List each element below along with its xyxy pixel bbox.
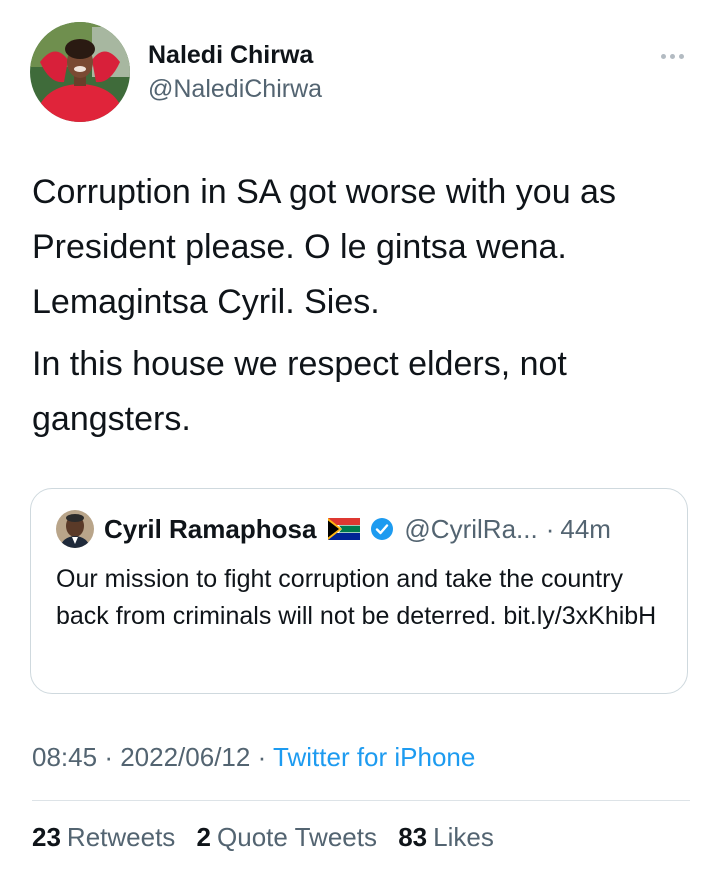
quoted-author-handle: @CyrilRa... (404, 513, 538, 544)
tweet-meta: 08:45 · 2022/06/12 · Twitter for iPhone (32, 742, 475, 773)
retweets-stat[interactable]: 23 Retweets (32, 822, 175, 853)
meta-separator: · (257, 742, 267, 772)
more-horizontal-icon (660, 53, 666, 59)
more-horizontal-icon (669, 53, 675, 59)
more-options-button[interactable] (652, 44, 692, 68)
author-name[interactable]: Naledi Chirwa (148, 40, 322, 70)
quoted-tweet-time: 44m (560, 513, 611, 544)
quoted-tweet-header: Cyril Ramaphosa @CyrilRa... · 44m (56, 509, 611, 549)
south-africa-flag-icon (328, 518, 361, 540)
quoted-author-name: Cyril Ramaphosa (104, 513, 317, 544)
tweet: Naledi Chirwa @NalediChirwa Corruption i… (0, 0, 720, 873)
meta-separator: · (104, 742, 113, 772)
quoted-separator: · (545, 513, 555, 544)
tweet-date: 2022/06/12 (120, 742, 251, 772)
quoted-author-avatar (56, 510, 94, 548)
tweet-paragraph: Corruption in SA got worse with you as P… (32, 173, 616, 321)
tweet-source-link[interactable]: Twitter for iPhone (273, 742, 475, 772)
likes-stat[interactable]: 83 Likes (398, 822, 494, 853)
likes-label: Likes (433, 822, 494, 852)
author-avatar[interactable] (30, 22, 130, 122)
quoted-tweet-card[interactable]: Cyril Ramaphosa @CyrilRa... · 44m Our mi… (30, 488, 688, 694)
retweets-label: Retweets (66, 822, 176, 852)
tweet-text: Corruption in SA got worse with you as P… (32, 165, 692, 447)
retweets-count: 23 (32, 822, 61, 852)
quote-tweets-stat[interactable]: 2 Quote Tweets (197, 822, 377, 853)
quote-tweets-label: Quote Tweets (217, 822, 377, 852)
tweet-paragraph: In this house we respect elders, not gan… (32, 345, 567, 438)
author-info: Naledi Chirwa @NalediChirwa (148, 40, 322, 104)
tweet-stats: 23 Retweets 2 Quote Tweets 83 Likes (32, 822, 508, 853)
verified-badge-icon (370, 517, 394, 541)
author-handle[interactable]: @NalediChirwa (148, 74, 322, 104)
quoted-tweet-text: Our mission to fight corruption and take… (56, 565, 657, 630)
tweet-time: 08:45 (32, 742, 98, 772)
quote-tweets-count: 2 (196, 822, 212, 852)
likes-count: 83 (398, 822, 428, 852)
divider (32, 800, 690, 801)
more-horizontal-icon (678, 53, 684, 59)
